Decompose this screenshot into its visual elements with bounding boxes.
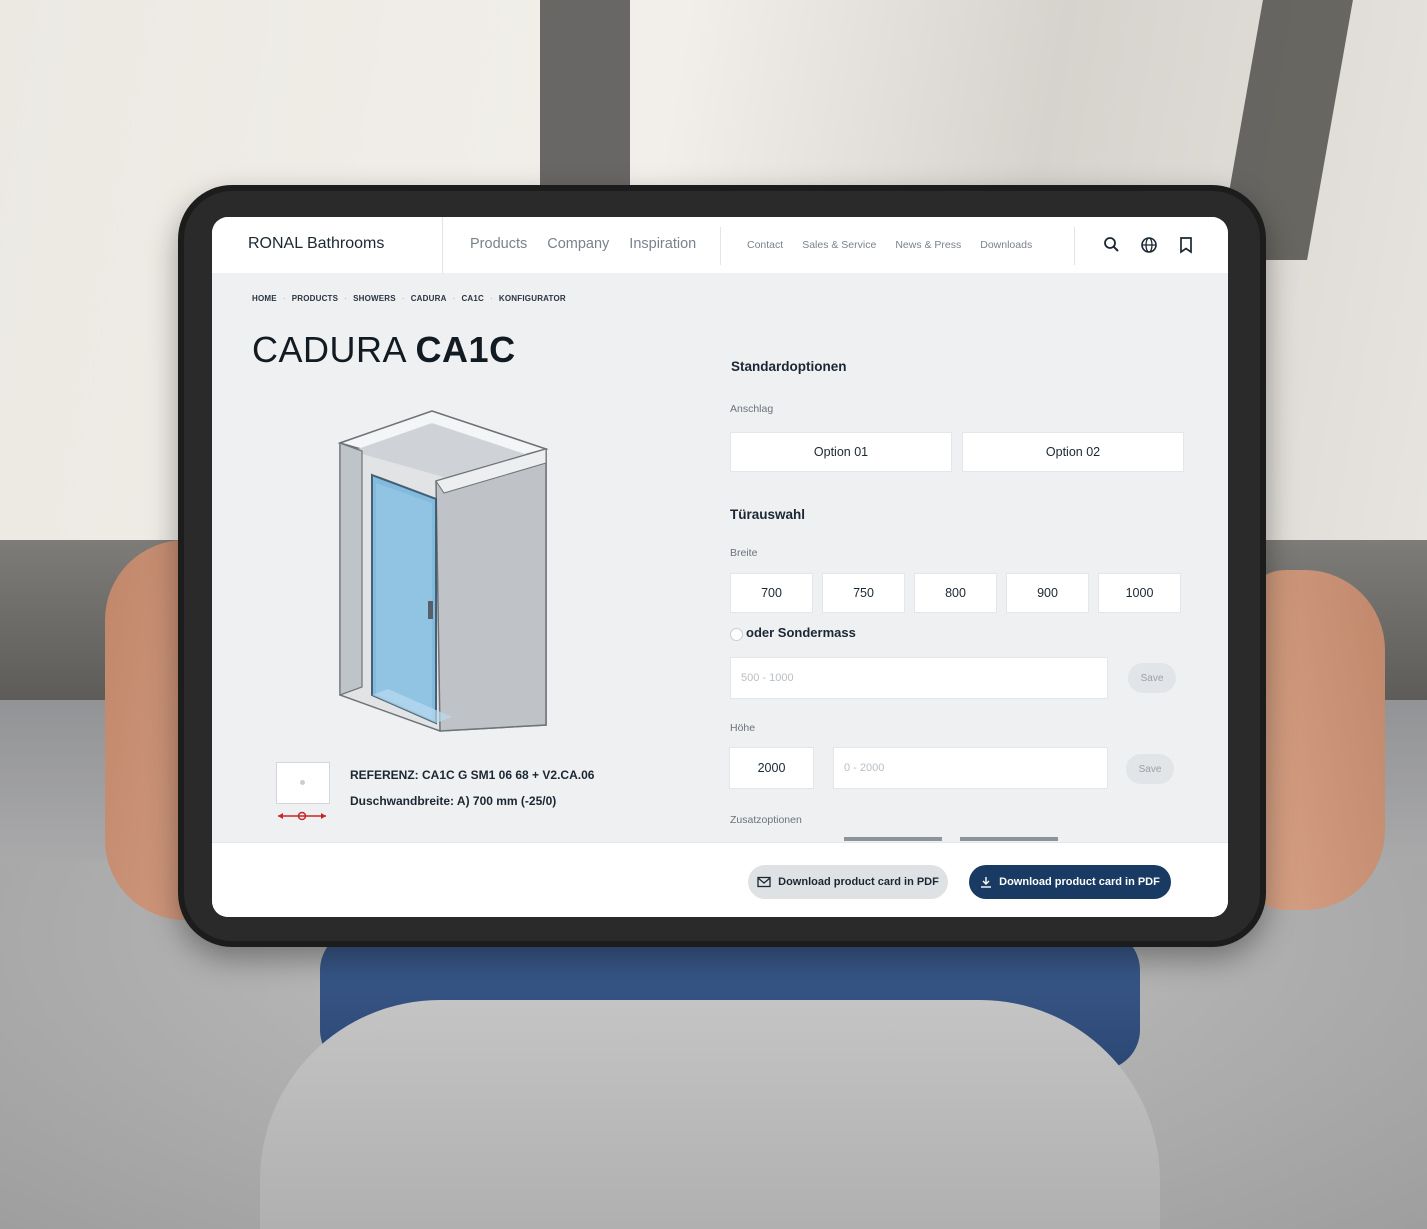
page-title: CADURA CA1C [252,329,516,371]
brand-logo[interactable]: RONAL Bathrooms [248,235,384,253]
header-divider [720,227,721,265]
search-icon[interactable] [1102,235,1122,255]
breadcrumb-products[interactable]: PRODUCTS [292,294,339,303]
globe-icon[interactable] [1139,235,1159,255]
custom-width-input[interactable] [730,657,1108,699]
section-door-selection: Türauswahl [730,507,806,522]
breadcrumb-ca1c[interactable]: CA1C [461,294,484,303]
breite-option-750[interactable]: 750 [822,573,905,613]
custom-height-input[interactable] [833,747,1108,789]
breadcrumb-cadura[interactable]: CADURA [411,294,447,303]
wall-width: Duschwandbreite: A) 700 mm (-25/0) [350,794,557,808]
email-icon [757,876,771,888]
nav-downloads[interactable]: Downloads [980,239,1032,251]
breite-option-1000[interactable]: 1000 [1098,573,1181,613]
breadcrumb-konfigurator: KONFIGURATOR [498,294,566,303]
custom-size-radio[interactable] [730,628,743,641]
download-pdf-secondary-button[interactable]: Download product card in PDF [748,865,948,899]
site-header: RONAL Bathrooms Products Company Inspira… [212,217,1228,273]
save-width-button[interactable]: Save [1128,663,1176,693]
download-pdf-primary-label: Download product card in PDF [999,876,1160,888]
save-height-button[interactable]: Save [1126,754,1174,784]
download-icon [981,877,992,888]
background-sweater-front [260,1000,1160,1229]
plan-thumbnail[interactable] [276,762,330,804]
shower-enclosure-illustration [337,410,549,732]
breadcrumb-showers[interactable]: SHOWERS [353,294,396,303]
extra-options-label: Zusatzoptionen [730,814,802,826]
width-dimension-icon [278,811,326,821]
secondary-nav: Contact Sales & Service News & Press Dow… [747,239,1032,251]
breite-label: Breite [730,547,758,559]
nav-sales-service[interactable]: Sales & Service [802,239,876,251]
right-hand [1245,570,1385,910]
anschlag-option-02[interactable]: Option 02 [962,432,1184,472]
hoehe-value[interactable]: 2000 [729,747,814,789]
breite-option-700[interactable]: 700 [730,573,813,613]
anschlag-option-01[interactable]: Option 01 [730,432,952,472]
page-title-bold: CA1C [415,329,516,370]
bookmark-icon[interactable] [1176,235,1196,255]
extra-option-card[interactable] [960,837,1058,841]
custom-size-label: oder Sondermass [746,625,856,640]
header-divider [442,217,443,273]
action-footer: Download product card in PDF Download pr… [212,842,1228,917]
tablet-screen: RONAL Bathrooms Products Company Inspira… [212,217,1228,917]
breadcrumb: HOME · PRODUCTS · SHOWERS · CADURA · CA1C · K… [252,294,566,303]
extra-option-card[interactable] [844,837,942,841]
breadcrumb-home[interactable]: HOME [252,294,277,303]
reference-code: REFERENZ: CA1C G SM1 06 68 + V2.CA.06 [350,768,595,782]
download-pdf-secondary-label: Download product card in PDF [778,876,939,888]
breite-option-900[interactable]: 900 [1006,573,1089,613]
header-divider [1074,227,1075,265]
hoehe-label: Höhe [730,722,756,734]
nav-news-press[interactable]: News & Press [895,239,961,251]
anschlag-label: Anschlag [730,403,774,415]
section-standard-options: Standardoptionen [731,359,847,374]
nav-inspiration[interactable]: Inspiration [629,236,696,252]
breite-option-800[interactable]: 800 [914,573,997,613]
nav-products[interactable]: Products [470,236,527,252]
nav-company[interactable]: Company [547,236,609,252]
download-pdf-primary-button[interactable]: Download product card in PDF [969,865,1171,899]
page-title-light: CADURA [252,329,406,370]
nav-contact[interactable]: Contact [747,239,783,251]
main-nav: Products Company Inspiration [470,236,696,252]
